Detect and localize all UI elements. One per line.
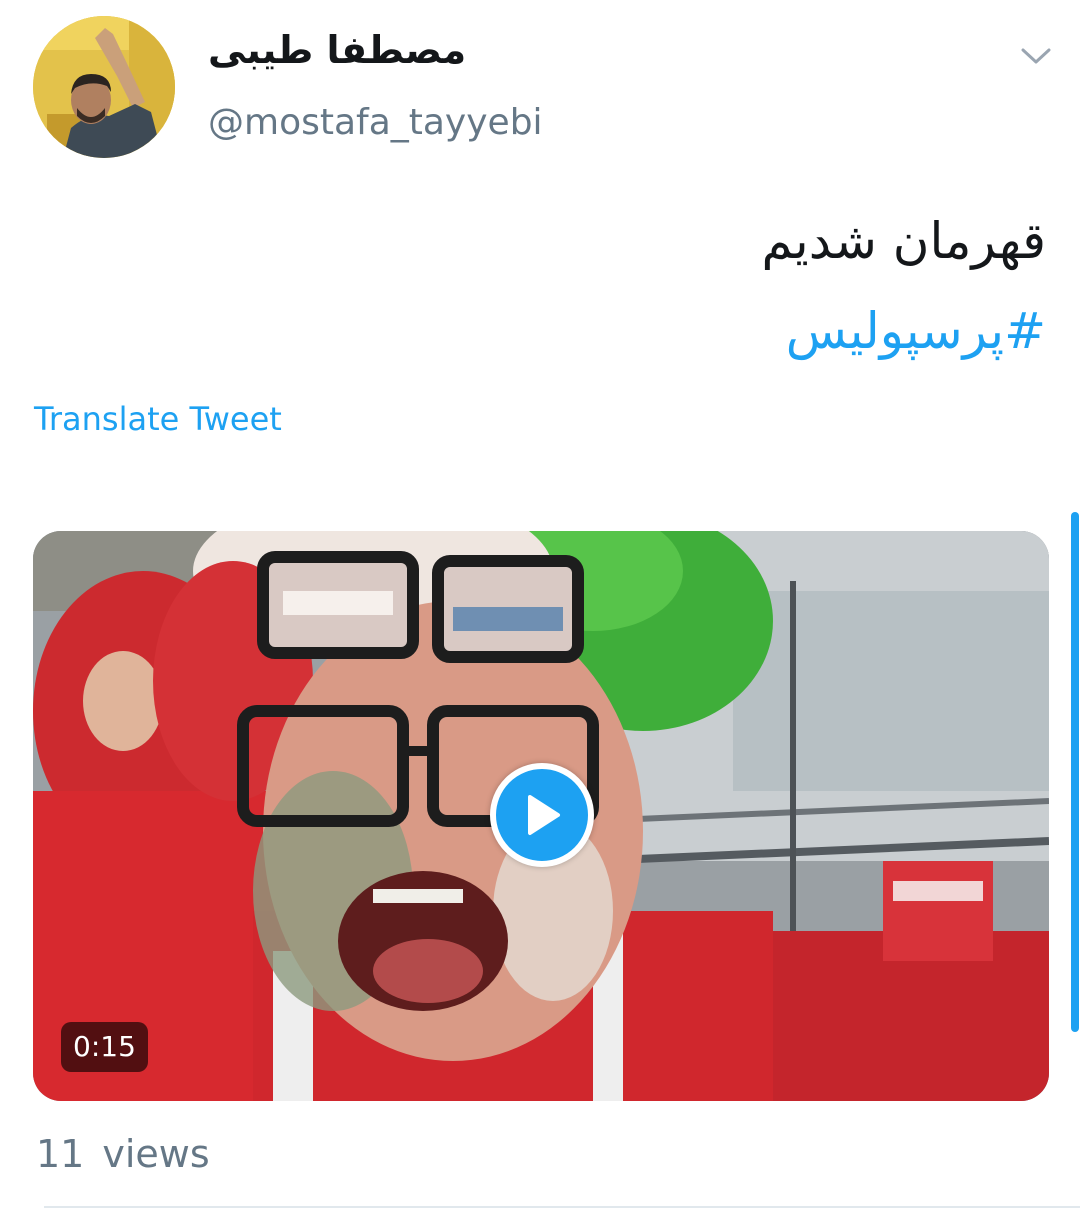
avatar-photo — [33, 16, 175, 158]
view-count-label: views — [102, 1132, 210, 1176]
chevron-down-icon — [1021, 48, 1051, 64]
tweet-body: قهرمان شدیم — [761, 212, 1047, 270]
divider — [44, 1206, 1080, 1208]
tweet-text: قهرمان شدیم #پرسپولیس — [246, 196, 1047, 376]
translate-tweet-link[interactable]: Translate Tweet — [34, 400, 282, 438]
display-name[interactable]: مصطفا طیبی — [208, 28, 466, 72]
view-count: 11 views — [36, 1132, 210, 1176]
video-player[interactable]: 0:15 — [33, 531, 1049, 1101]
tweet: مصطفا طیبی @mostafa_tayyebi قهرمان شدیم … — [0, 0, 1080, 1214]
video-duration-badge: 0:15 — [61, 1022, 148, 1072]
play-button[interactable] — [490, 763, 594, 867]
view-count-number: 11 — [36, 1132, 85, 1176]
user-handle[interactable]: @mostafa_tayyebi — [208, 102, 543, 143]
play-icon — [528, 795, 560, 835]
tweet-menu-button[interactable] — [1014, 38, 1058, 74]
scrollbar[interactable] — [1071, 512, 1079, 1032]
avatar[interactable] — [33, 16, 175, 158]
hashtag-link[interactable]: #پرسپولیس — [246, 286, 1046, 376]
